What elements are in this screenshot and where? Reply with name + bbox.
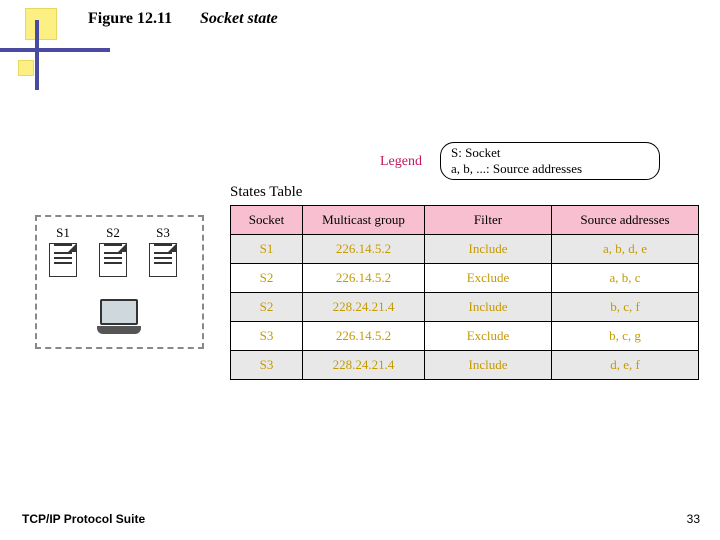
table-row: S2 228.24.21.4 Include b, c, f <box>231 293 699 322</box>
td: 226.14.5.2 <box>303 235 425 264</box>
figure-number: Figure 12.11 <box>88 10 172 28</box>
socket-s1: S1 <box>49 225 77 281</box>
th-group: Multicast group <box>303 206 425 235</box>
document-icon <box>99 243 127 277</box>
td: Include <box>425 293 552 322</box>
legend-label: Legend <box>380 154 422 170</box>
td: 226.14.5.2 <box>303 322 425 351</box>
table-header-row: Socket Multicast group Filter Source add… <box>231 206 699 235</box>
td: S3 <box>231 351 303 380</box>
td: S2 <box>231 264 303 293</box>
figure-title: Socket state <box>200 10 278 28</box>
states-caption: States Table <box>230 184 302 201</box>
th-filter: Filter <box>425 206 552 235</box>
td: S1 <box>231 235 303 264</box>
footer-text: TCP/IP Protocol Suite <box>22 512 145 526</box>
socket-s2: S2 <box>99 225 127 281</box>
table-row: S1 226.14.5.2 Include a, b, d, e <box>231 235 699 264</box>
socket-s3: S3 <box>149 225 177 281</box>
deco-square-small <box>18 60 34 76</box>
legend-line2: a, b, ...: Source addresses <box>451 161 649 177</box>
deco-vline <box>35 20 39 90</box>
legend-line1: S: Socket <box>451 145 649 161</box>
td: 228.24.21.4 <box>303 351 425 380</box>
td: 226.14.5.2 <box>303 264 425 293</box>
table-row: S3 226.14.5.2 Exclude b, c, g <box>231 322 699 351</box>
document-icon <box>49 243 77 277</box>
deco-square-large <box>25 8 57 40</box>
td: 228.24.21.4 <box>303 293 425 322</box>
page-number: 33 <box>687 512 700 526</box>
td: d, e, f <box>552 351 699 380</box>
socket-label: S2 <box>99 225 127 241</box>
td: S2 <box>231 293 303 322</box>
td: a, b, d, e <box>552 235 699 264</box>
td: Exclude <box>425 322 552 351</box>
table-row: S2 226.14.5.2 Exclude a, b, c <box>231 264 699 293</box>
states-table: Socket Multicast group Filter Source add… <box>230 205 699 380</box>
legend-box: S: Socket a, b, ...: Source addresses <box>440 142 660 180</box>
td: b, c, g <box>552 322 699 351</box>
td: Exclude <box>425 264 552 293</box>
td: b, c, f <box>552 293 699 322</box>
deco-hline <box>0 48 110 52</box>
td: Include <box>425 235 552 264</box>
td: Include <box>425 351 552 380</box>
socket-label: S1 <box>49 225 77 241</box>
laptop-icon <box>97 299 141 334</box>
td: S3 <box>231 322 303 351</box>
table-row: S3 228.24.21.4 Include d, e, f <box>231 351 699 380</box>
th-socket: Socket <box>231 206 303 235</box>
socket-label: S3 <box>149 225 177 241</box>
document-icon <box>149 243 177 277</box>
th-src: Source addresses <box>552 206 699 235</box>
td: a, b, c <box>552 264 699 293</box>
socket-diagram: S1 S2 S3 <box>35 215 204 349</box>
